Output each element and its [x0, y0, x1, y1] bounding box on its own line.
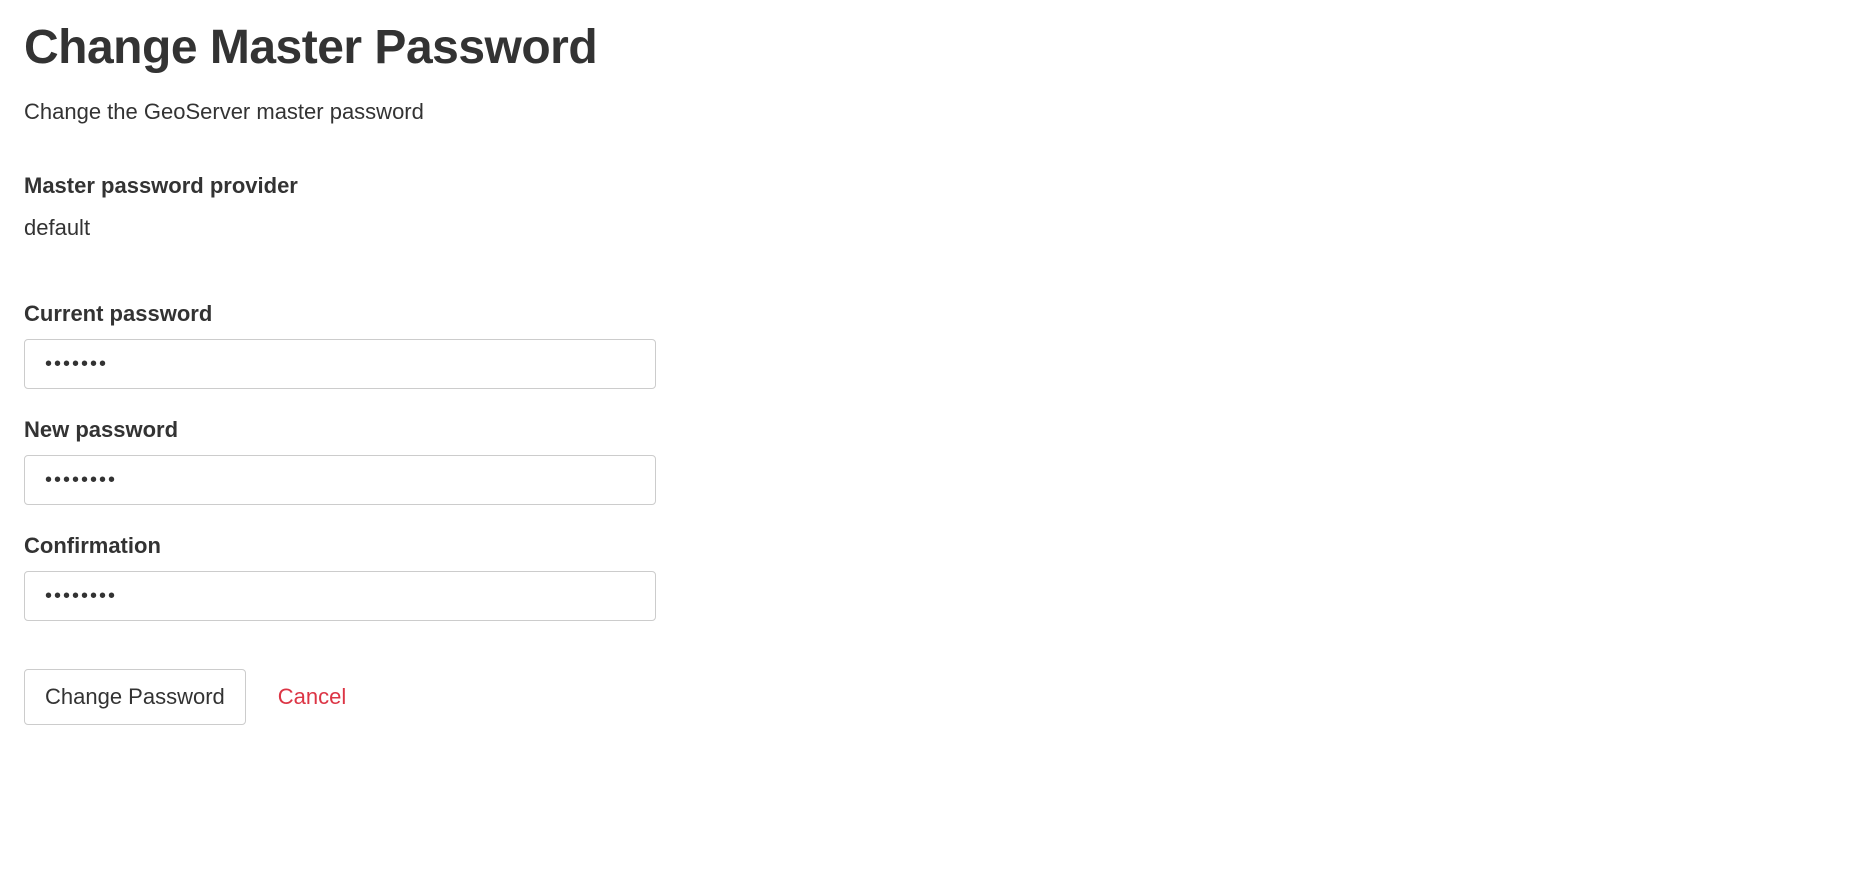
provider-label: Master password provider: [24, 173, 1834, 199]
page-description: Change the GeoServer master password: [24, 99, 1834, 125]
new-password-label: New password: [24, 417, 1834, 443]
provider-value: default: [24, 215, 1834, 241]
current-password-label: Current password: [24, 301, 1834, 327]
current-password-input[interactable]: [24, 339, 656, 389]
change-password-button[interactable]: Change Password: [24, 669, 246, 725]
cancel-link[interactable]: Cancel: [278, 684, 346, 710]
confirmation-label: Confirmation: [24, 533, 1834, 559]
new-password-input[interactable]: [24, 455, 656, 505]
page-title: Change Master Password: [24, 20, 1834, 75]
button-row: Change Password Cancel: [24, 669, 1834, 725]
confirmation-input[interactable]: [24, 571, 656, 621]
